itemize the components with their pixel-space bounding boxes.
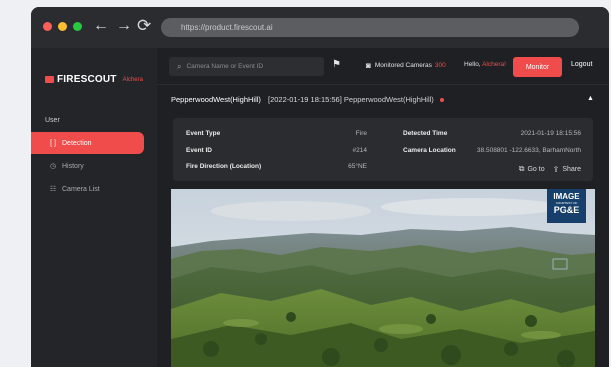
- camera-location-label: Camera Location: [403, 147, 456, 154]
- event-type-value: Fire: [355, 130, 367, 137]
- maximize-window-dot[interactable]: [73, 22, 82, 31]
- collapse-caret-icon[interactable]: ▲: [587, 95, 594, 102]
- firescout-logo-icon: [45, 76, 54, 83]
- event-header: PepperwoodWest(HighHill) [2022-01-19 18:…: [157, 84, 609, 112]
- greeting-label: Hello,: [464, 61, 481, 68]
- external-link-icon: ⧉: [518, 164, 525, 173]
- history-clock-icon: ◷: [49, 163, 57, 170]
- address-bar[interactable]: https://product.firescout.ai: [161, 18, 579, 37]
- share-icon: ⇪: [552, 164, 560, 174]
- landscape-image: [171, 189, 595, 367]
- detected-time-value: 2021-01-19 18:15:56: [520, 130, 581, 137]
- sidebar-item-history[interactable]: ◷ History: [31, 155, 144, 177]
- event-actions: ⧉ Go to ⇪ Share: [519, 164, 581, 174]
- sidebar-section-user: User: [45, 117, 60, 124]
- back-arrow-icon[interactable]: ←: [93, 17, 109, 35]
- app-window: ← → ⟳ https://product.firescout.ai FIRES…: [31, 7, 609, 367]
- camera-location-value: 38.508801 -122.6633, BarhamNorth: [476, 147, 581, 154]
- detection-icon: [ ]: [50, 139, 56, 147]
- share-label: Share: [562, 165, 581, 173]
- monitor-button[interactable]: Monitor: [513, 57, 562, 77]
- sidebar-item-label: Detection: [62, 139, 92, 147]
- camera-feed-image[interactable]: IMAGE COURTESY OF PG&E: [171, 189, 595, 367]
- live-indicator-dot: [439, 98, 444, 103]
- search-input[interactable]: [186, 63, 317, 70]
- event-id-label: Event ID: [186, 147, 213, 154]
- browser-chrome: ← → ⟳ https://product.firescout.ai: [31, 7, 609, 48]
- share-button[interactable]: ⇪ Share: [553, 164, 581, 174]
- fire-direction-label: Fire Direction (Location): [186, 163, 262, 170]
- search-box[interactable]: ⌕: [169, 57, 324, 76]
- sidebar-item-label: Camera List: [62, 185, 100, 193]
- user-name: Alchera!: [482, 61, 506, 68]
- monitored-cameras-count: 300: [434, 62, 446, 69]
- sidebar-item-detection[interactable]: [ ] Detection: [31, 132, 144, 154]
- reload-icon[interactable]: ⟳: [137, 17, 151, 35]
- sidebar: FIRESCOUT Alchera User [ ] Detection ◷ H…: [31, 48, 157, 367]
- sidebar-item-camera-list[interactable]: ☷ Camera List: [31, 178, 144, 200]
- search-icon: ⌕: [177, 61, 182, 71]
- user-greeting: Hello, Alchera!: [464, 61, 506, 68]
- event-camera-repeat: PepperwoodWest(HighHill): [343, 95, 434, 104]
- goto-label: Go to: [527, 165, 545, 173]
- camera-icon: ◙: [366, 61, 371, 70]
- event-type-label: Event Type: [186, 130, 221, 137]
- firescout-logo[interactable]: FIRESCOUT Alchera: [45, 74, 143, 85]
- monitored-cameras-label: Monitored Cameras: [374, 62, 432, 69]
- sidebar-item-label: History: [62, 162, 84, 170]
- camera-list-icon: ☷: [49, 186, 57, 193]
- fire-direction-value: 65°NE: [348, 163, 367, 170]
- event-details-panel: Event Type Fire Event ID #214 Fire Direc…: [173, 118, 593, 181]
- event-camera-name: PepperwoodWest(HighHill): [171, 95, 261, 104]
- event-title: PepperwoodWest(HighHill) [2022-01-19 18:…: [171, 95, 444, 104]
- main-content: ⌕ ⚑ ◙ Monitored Cameras 300 Hello, Alche…: [157, 48, 609, 367]
- logout-link[interactable]: Logout: [571, 61, 592, 68]
- event-id-value: #214: [352, 147, 367, 154]
- brand-name: FIRESCOUT: [57, 74, 117, 85]
- pge-courtesy-badge: IMAGE COURTESY OF PG&E: [547, 189, 586, 223]
- forward-arrow-icon[interactable]: →: [116, 17, 132, 35]
- brand-subtitle: Alchera: [122, 76, 143, 83]
- badge-line-image: IMAGE: [553, 192, 580, 201]
- fire-alert-icon[interactable]: ⚑: [332, 59, 341, 70]
- minimize-window-dot[interactable]: [58, 22, 67, 31]
- close-window-dot[interactable]: [43, 22, 52, 31]
- detected-time-label: Detected Time: [403, 130, 448, 137]
- badge-line-pge: PG&E: [553, 205, 580, 215]
- goto-button[interactable]: ⧉ Go to: [519, 164, 545, 174]
- event-timestamp: [2022-01-19 18:15:56]: [268, 95, 342, 104]
- top-bar: ⌕ ⚑ ◙ Monitored Cameras 300 Hello, Alche…: [157, 48, 609, 84]
- monitored-cameras: ◙ Monitored Cameras 300: [366, 61, 446, 70]
